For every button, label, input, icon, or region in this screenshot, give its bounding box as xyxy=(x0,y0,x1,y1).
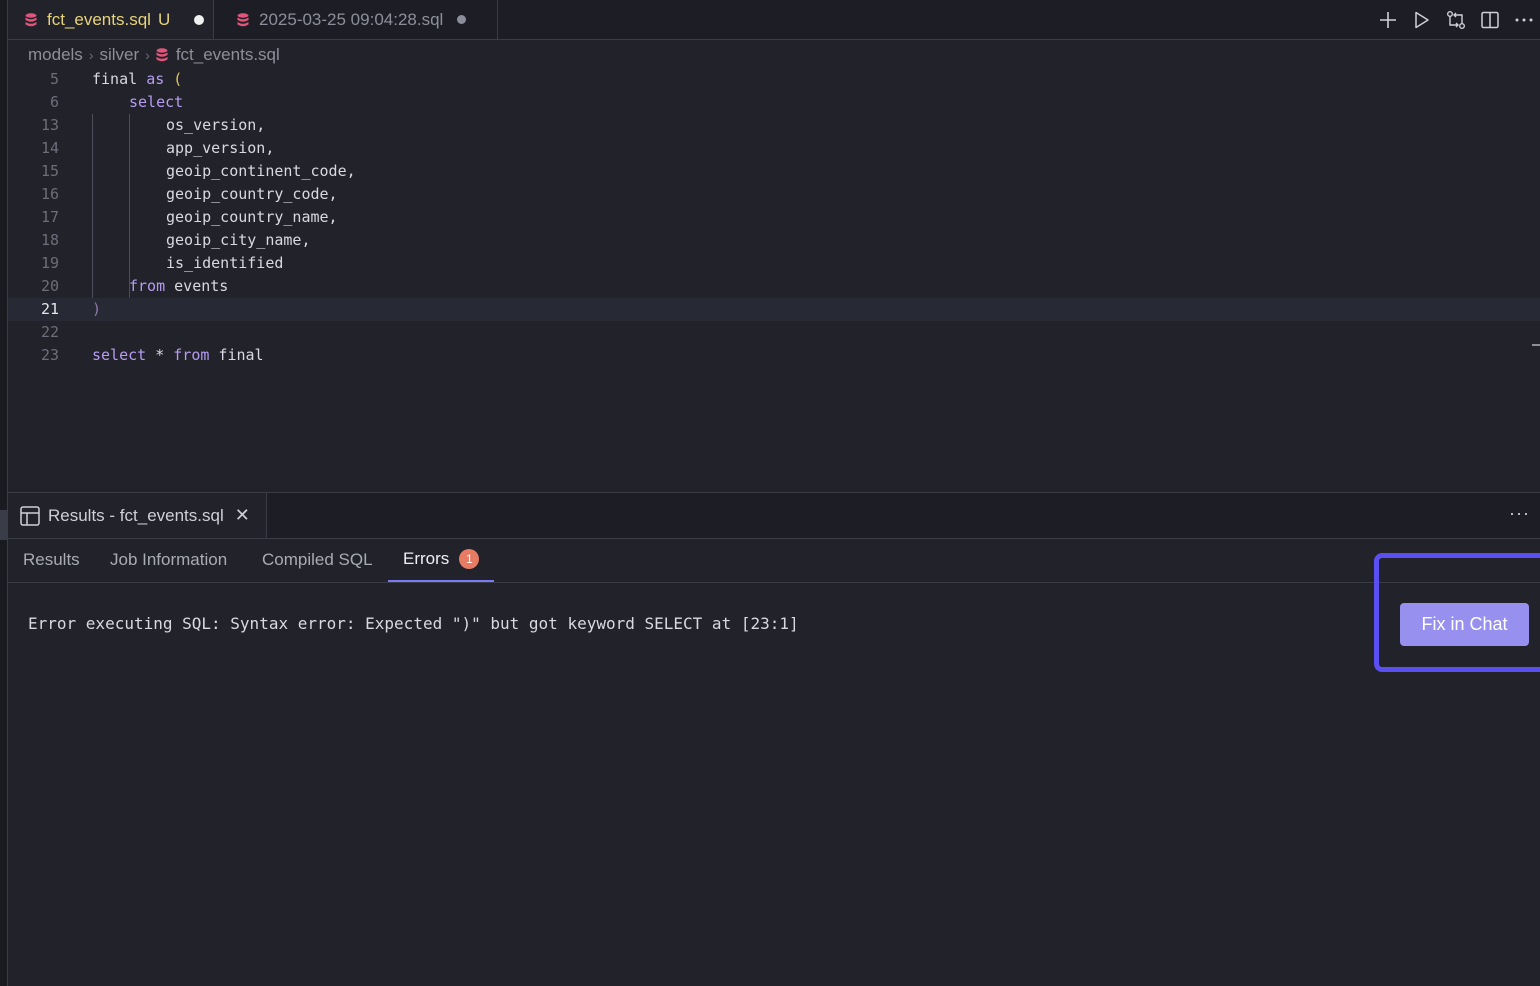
panel-edge-marker xyxy=(0,510,7,540)
code-text: os_version, xyxy=(166,116,266,134)
chevron-right-icon: › xyxy=(145,47,150,63)
line-number: 5 xyxy=(49,70,59,88)
code-text: ) xyxy=(92,300,102,318)
breadcrumb: models › silver › fct_events.sql xyxy=(28,44,280,66)
panel-header: Results - fct_events.sql ✕ ··· xyxy=(8,492,1540,539)
code-text: select * from final xyxy=(92,346,264,364)
line-number: 23 xyxy=(40,346,59,364)
unsaved-dot-icon[interactable] xyxy=(194,14,205,25)
compare-changes-icon[interactable] xyxy=(1446,10,1466,30)
more-icon[interactable] xyxy=(1514,10,1534,30)
line-number: 14 xyxy=(40,139,59,157)
tab-results[interactable]: Results xyxy=(23,538,80,582)
tab-job-information[interactable]: Job Information xyxy=(110,538,227,582)
code-line[interactable]: 13 os_version, xyxy=(8,114,1540,137)
code-line[interactable]: 22 xyxy=(8,321,1540,344)
line-number: 16 xyxy=(40,185,59,203)
code-line[interactable]: 5 final as ( xyxy=(8,68,1540,91)
breadcrumb-file[interactable]: fct_events.sql xyxy=(176,45,280,65)
line-number: 18 xyxy=(40,231,59,249)
editor-tab-bar: fct_events.sql U 2025-03-25 09:04:28.sql xyxy=(8,0,1540,40)
scrollbar-marker xyxy=(1532,344,1540,346)
code-text: geoip_country_name, xyxy=(166,208,338,226)
line-number: 13 xyxy=(40,116,59,134)
tab-label: fct_events.sql xyxy=(47,9,151,29)
code-line[interactable]: 16 geoip_country_code, xyxy=(8,183,1540,206)
activity-bar-edge xyxy=(0,0,8,986)
code-line[interactable]: 23 select * from final xyxy=(8,344,1540,367)
code-text: app_version, xyxy=(166,139,275,157)
error-count-badge: 1 xyxy=(459,549,480,569)
run-icon[interactable] xyxy=(1412,10,1432,30)
line-number: 15 xyxy=(40,162,59,180)
code-editor[interactable]: 5 final as ( 6 select 13 os_version, 14 app_ver… xyxy=(8,68,1540,492)
code-line[interactable]: 6 select xyxy=(8,91,1540,114)
code-text: geoip_city_name, xyxy=(166,231,311,249)
code-line[interactable]: 18 geoip_city_name, xyxy=(8,229,1540,252)
line-number: 21 xyxy=(40,300,59,318)
database-icon xyxy=(156,48,168,62)
fix-in-chat-button[interactable]: Fix in Chat xyxy=(1400,603,1529,646)
code-text: from events xyxy=(129,277,229,295)
split-editor-icon[interactable] xyxy=(1480,10,1500,30)
results-panel-tab[interactable]: Results - fct_events.sql ✕ xyxy=(8,493,267,538)
tab-compiled-sql[interactable]: Compiled SQL xyxy=(262,538,373,582)
code-text: geoip_continent_code, xyxy=(166,162,356,180)
line-number: 17 xyxy=(40,208,59,226)
line-number: 22 xyxy=(40,323,59,341)
tab-errors[interactable]: Errors 1 xyxy=(388,538,495,582)
code-text: is_identified xyxy=(166,254,284,272)
editor-actions xyxy=(1378,0,1534,39)
code-text: select xyxy=(129,93,184,111)
tab-errors-label: Errors xyxy=(403,549,450,568)
code-line[interactable]: 14 app_version, xyxy=(8,137,1540,160)
code-line[interactable]: 17 geoip_country_name, xyxy=(8,206,1540,229)
line-number: 20 xyxy=(40,277,59,295)
code-text: geoip_country_code, xyxy=(166,185,338,203)
code-text: final as ( xyxy=(92,70,183,88)
unsaved-dot-icon[interactable] xyxy=(457,15,467,24)
tab-label: 2025-03-25 09:04:28.sql xyxy=(259,9,444,29)
close-icon[interactable]: ✕ xyxy=(235,505,250,526)
code-line[interactable]: 20 from events xyxy=(8,275,1540,298)
breadcrumb-silver[interactable]: silver xyxy=(99,45,139,65)
results-subtabs: Results Job Information Compiled SQL Err… xyxy=(8,538,1540,583)
breadcrumb-models[interactable]: models xyxy=(28,45,83,65)
panel-more-icon[interactable]: ··· xyxy=(1509,503,1530,524)
database-icon xyxy=(25,12,37,26)
table-icon xyxy=(20,505,40,526)
code-line[interactable]: 15 geoip_continent_code, xyxy=(8,160,1540,183)
tab-query-timestamp[interactable]: 2025-03-25 09:04:28.sql xyxy=(213,0,498,39)
tab-fct-events[interactable]: fct_events.sql U xyxy=(8,0,213,39)
error-message: Error executing SQL: Syntax error: Expec… xyxy=(28,614,799,633)
line-number: 6 xyxy=(49,93,59,111)
results-panel-title: Results - fct_events.sql xyxy=(48,505,224,525)
code-line[interactable]: 21) xyxy=(8,298,1540,321)
plus-icon[interactable] xyxy=(1378,10,1398,30)
modified-flag: U xyxy=(157,9,171,29)
database-icon xyxy=(237,12,249,26)
line-number: 19 xyxy=(40,254,59,272)
code-line[interactable]: 19 is_identified xyxy=(8,252,1540,275)
chevron-right-icon: › xyxy=(88,47,94,63)
